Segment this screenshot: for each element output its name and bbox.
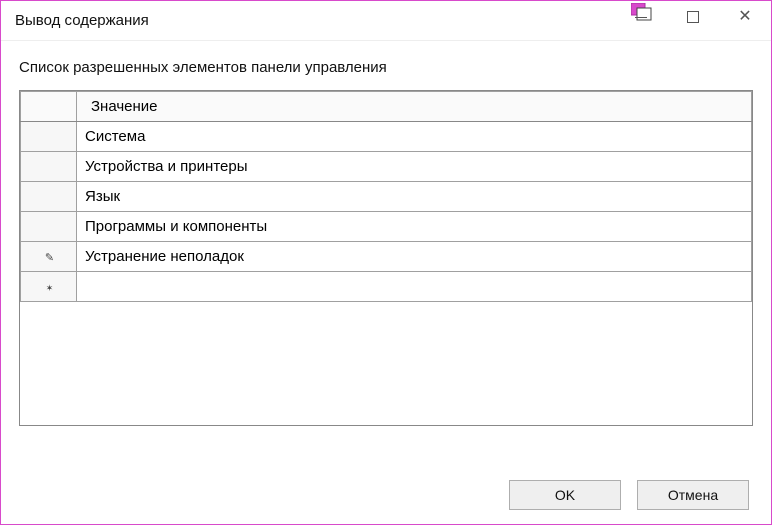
values-grid[interactable]: Значение СистемаУстройства и принтерыЯзы… [19, 90, 753, 426]
column-header-value[interactable]: Значение [77, 92, 752, 122]
new-row-indicator-icon [46, 280, 54, 294]
table-row[interactable] [21, 272, 752, 302]
value-cell[interactable]: Программы и компоненты [77, 212, 752, 242]
table-row[interactable]: Язык [21, 182, 752, 212]
dialog-window: Вывод содержания ✕ Список разрешенных эл… [0, 0, 772, 525]
table-row[interactable]: Устройства и принтеры [21, 152, 752, 182]
title-bar: Вывод содержания ✕ [1, 1, 771, 41]
row-selector-header[interactable] [21, 92, 77, 122]
row-marker[interactable] [21, 152, 77, 182]
table-header-row: Значение [21, 92, 752, 122]
row-marker[interactable] [21, 182, 77, 212]
table-row[interactable] [21, 242, 752, 272]
values-table: Значение СистемаУстройства и принтерыЯзы… [20, 91, 752, 302]
ok-button[interactable]: OK [509, 480, 621, 510]
value-cell[interactable]: Система [77, 122, 752, 152]
row-marker[interactable] [21, 272, 77, 302]
minimize-button[interactable] [615, 1, 667, 33]
table-row[interactable]: Программы и компоненты [21, 212, 752, 242]
value-cell[interactable]: Устройства и принтеры [77, 152, 752, 182]
dialog-button-row: OK Отмена [1, 466, 771, 524]
window-title: Вывод содержания [1, 12, 149, 29]
value-input[interactable] [77, 242, 751, 271]
maximize-button[interactable] [667, 1, 719, 33]
value-cell[interactable]: Язык [77, 182, 752, 212]
list-description-label: Список разрешенных элементов панели упра… [19, 59, 753, 76]
window-controls: ✕ [615, 1, 771, 33]
row-marker[interactable] [21, 212, 77, 242]
row-marker[interactable] [21, 242, 77, 272]
content-area: Список разрешенных элементов панели упра… [1, 41, 771, 466]
edit-indicator-icon [45, 250, 54, 264]
cancel-button[interactable]: Отмена [637, 480, 749, 510]
value-cell-editing[interactable] [77, 242, 752, 272]
table-row[interactable]: Система [21, 122, 752, 152]
value-cell[interactable] [77, 272, 752, 302]
row-marker[interactable] [21, 122, 77, 152]
close-button[interactable]: ✕ [719, 1, 771, 33]
